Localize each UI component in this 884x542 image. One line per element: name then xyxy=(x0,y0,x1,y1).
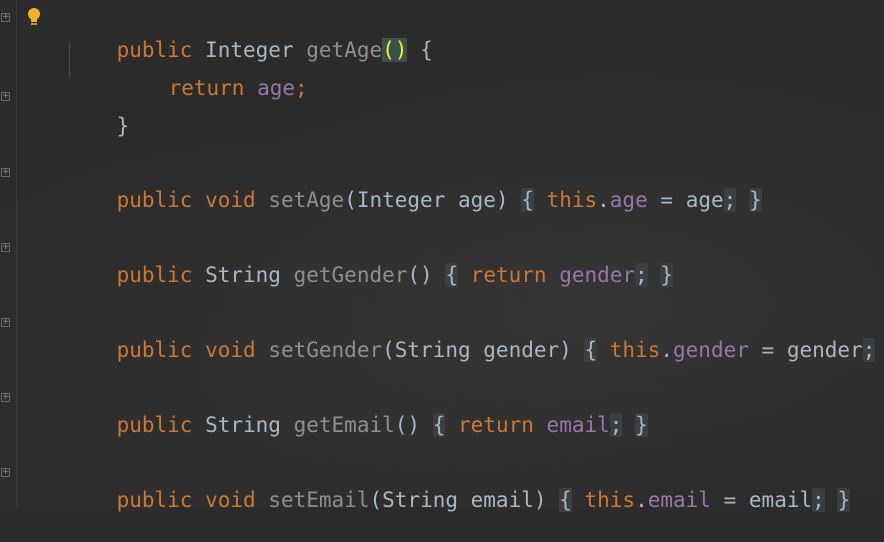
code-editor[interactable]: + + + + + + + public Integer getAge() { … xyxy=(0,0,884,512)
keyword-this: this xyxy=(584,488,636,512)
field-email: email xyxy=(546,413,610,437)
fold-plus-icon[interactable]: + xyxy=(1,168,10,177)
close-paren: ) xyxy=(559,338,572,362)
code-line-getgender[interactable]: public String getGender() { return gende… xyxy=(66,233,674,287)
folded-close-brace[interactable]: } xyxy=(748,188,762,212)
open-brace: { xyxy=(420,38,433,62)
folded-open-brace[interactable]: { xyxy=(521,188,534,212)
fold-marker: + xyxy=(2,392,10,402)
folded-close-brace[interactable]: } xyxy=(837,488,851,512)
semicolon: ; xyxy=(723,188,737,212)
field-age: age xyxy=(609,188,648,212)
equals: = xyxy=(761,338,775,362)
keyword-return: return xyxy=(458,413,534,437)
folded-open-brace[interactable]: { xyxy=(432,413,446,437)
method-name-getemail: getEmail xyxy=(293,413,395,437)
code-line-return-age[interactable]: return age; xyxy=(118,46,308,100)
dot: . xyxy=(660,338,674,362)
parens: () xyxy=(394,413,421,437)
keyword-public: public xyxy=(116,413,193,437)
open-paren: ( xyxy=(369,488,383,512)
keyword-void: void xyxy=(205,338,256,362)
keyword-public: public xyxy=(116,488,193,512)
semicolon: ; xyxy=(295,76,308,100)
code-line-setage[interactable]: public void setAge(Integer age) { this.a… xyxy=(66,158,762,212)
dot: . xyxy=(597,188,610,212)
field-email: email xyxy=(647,488,711,512)
equals: = xyxy=(723,488,737,512)
field-age: age xyxy=(257,76,296,100)
keyword-public: public xyxy=(116,338,193,362)
folded-open-brace[interactable]: { xyxy=(559,488,572,512)
close-paren: ) xyxy=(533,488,547,512)
folded-close-brace[interactable]: } xyxy=(635,413,648,437)
fold-marker: + xyxy=(2,91,10,101)
open-paren: ( xyxy=(382,338,395,362)
keyword-public: public xyxy=(116,188,193,212)
keyword-this: this xyxy=(609,338,661,362)
fold-marker: + xyxy=(2,317,10,327)
param-age: age xyxy=(685,188,724,212)
lightbulb-icon[interactable] xyxy=(27,7,41,27)
semicolon: ; xyxy=(609,413,623,437)
keyword-return: return xyxy=(168,76,245,100)
param-gender: gender xyxy=(786,338,863,362)
type-string: String xyxy=(205,263,281,287)
semicolon: ; xyxy=(635,263,648,287)
parens: () xyxy=(407,263,433,287)
fold-icon[interactable]: + xyxy=(1,13,10,22)
field-gender: gender xyxy=(559,263,636,287)
fold-marker: + xyxy=(2,467,10,477)
semicolon: ; xyxy=(812,488,825,512)
keyword-void: void xyxy=(205,488,256,512)
fold-marker: + xyxy=(2,12,10,22)
method-name-setgender: setGender xyxy=(268,338,383,362)
method-name-getage: getAge xyxy=(306,38,383,62)
code-line-setgender[interactable]: public void setGender(String gender) { t… xyxy=(66,308,884,362)
dot: . xyxy=(635,488,648,512)
method-name-setemail: setEmail xyxy=(268,488,370,512)
equals: = xyxy=(660,188,674,212)
open-paren: ( xyxy=(344,188,357,212)
highlighted-parens: () xyxy=(382,38,408,62)
folded-close-brace[interactable]: } xyxy=(660,263,674,287)
field-gender: gender xyxy=(673,338,749,362)
parameter: String gender xyxy=(394,338,560,362)
fold-plus-icon[interactable]: + xyxy=(1,318,10,327)
parameter: Integer age xyxy=(356,188,496,212)
keyword-public: public xyxy=(116,263,193,287)
editor-gutter: + + + + + + + xyxy=(0,0,17,508)
keyword-return: return xyxy=(470,263,547,287)
method-name-getgender: getGender xyxy=(293,263,408,287)
fold-plus-icon[interactable]: + xyxy=(1,243,10,252)
type-string: String xyxy=(205,413,281,437)
fold-plus-icon[interactable]: + xyxy=(1,393,10,402)
close-paren: ) xyxy=(495,188,509,212)
fold-marker: + xyxy=(2,242,10,252)
code-line-getage-signature[interactable]: public Integer getAge() { xyxy=(66,8,433,62)
close-brace: } xyxy=(116,114,130,138)
keyword-this: this xyxy=(546,188,598,212)
code-line-getemail[interactable]: public String getEmail() { return email;… xyxy=(66,383,648,437)
param-email: email xyxy=(748,488,813,512)
method-name-setage: setAge xyxy=(268,188,345,212)
folded-open-brace[interactable]: { xyxy=(445,263,459,287)
fold-plus-icon[interactable]: + xyxy=(1,468,10,477)
code-line-close-brace[interactable]: } xyxy=(66,84,130,138)
fold-marker: + xyxy=(2,167,10,177)
fold-icon[interactable]: + xyxy=(1,92,10,101)
keyword-void: void xyxy=(205,188,256,212)
folded-open-brace[interactable]: { xyxy=(584,338,598,362)
code-line-setemail[interactable]: public void setEmail(String email) { thi… xyxy=(66,458,851,512)
semicolon: ; xyxy=(862,338,876,362)
parameter: String email xyxy=(382,488,534,512)
